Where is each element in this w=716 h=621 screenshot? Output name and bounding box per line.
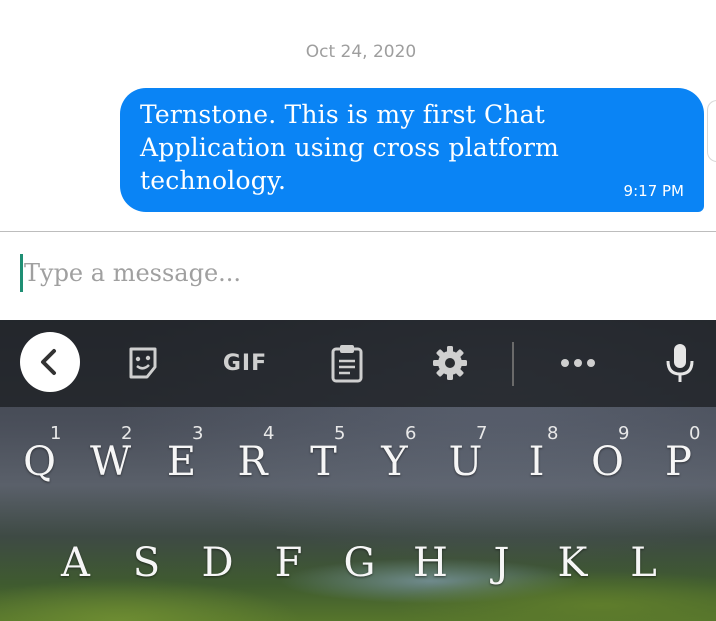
more-button[interactable] bbox=[558, 342, 598, 384]
key-h[interactable]: H bbox=[395, 538, 466, 588]
key-y[interactable]: 6 Y bbox=[359, 423, 430, 487]
key-q[interactable]: 1 Q bbox=[4, 423, 75, 487]
voice-input-button[interactable] bbox=[662, 342, 698, 384]
key-o[interactable]: 9 O bbox=[572, 423, 643, 487]
key-e[interactable]: 3 E bbox=[146, 423, 217, 487]
text-caret bbox=[20, 254, 23, 292]
key-d[interactable]: D bbox=[182, 538, 253, 588]
keyboard-back-button[interactable] bbox=[20, 332, 80, 392]
scroll-edge-hint bbox=[707, 100, 716, 162]
clipboard-icon bbox=[331, 345, 363, 383]
key-label: A bbox=[61, 540, 90, 586]
key-label: L bbox=[630, 540, 657, 586]
key-label: Q bbox=[23, 439, 56, 485]
chevron-left-icon bbox=[41, 349, 56, 375]
key-label: F bbox=[274, 540, 303, 586]
key-label: D bbox=[201, 540, 234, 586]
toolbar-separator bbox=[512, 342, 514, 386]
key-f[interactable]: F bbox=[253, 538, 324, 588]
chat-area: Oct 24, 2020 Ternstone. This is my first… bbox=[0, 0, 716, 232]
sticker-icon bbox=[129, 347, 157, 379]
key-hint: 7 bbox=[476, 423, 488, 444]
key-k[interactable]: K bbox=[537, 538, 608, 588]
message-date: Oct 24, 2020 bbox=[305, 42, 417, 62]
key-label: O bbox=[591, 439, 624, 485]
key-g[interactable]: G bbox=[324, 538, 395, 588]
gear-icon bbox=[433, 346, 467, 380]
key-hint: 3 bbox=[192, 423, 204, 444]
key-label: S bbox=[132, 540, 161, 586]
key-label: E bbox=[166, 439, 197, 485]
key-r[interactable]: 4 R bbox=[217, 423, 288, 487]
key-label: J bbox=[493, 540, 510, 586]
gif-button[interactable]: GIF bbox=[218, 342, 272, 384]
soft-keyboard: G I F 1 Q 2 W 3 E 4 R 5 T 6 Y 7 U 8 I 9 O … bbox=[0, 320, 716, 621]
key-hint: 4 bbox=[263, 423, 275, 444]
key-i[interactable]: 8 I bbox=[501, 423, 572, 487]
key-hint: 2 bbox=[121, 423, 133, 444]
key-hint: 0 bbox=[689, 423, 701, 444]
key-label: W bbox=[89, 439, 132, 485]
key-label: K bbox=[557, 540, 588, 586]
key-label: U bbox=[448, 439, 483, 485]
key-l[interactable]: L bbox=[608, 538, 679, 588]
sticker-button[interactable] bbox=[124, 342, 162, 384]
more-icon bbox=[561, 359, 595, 367]
key-label: T bbox=[310, 439, 337, 485]
settings-button[interactable] bbox=[430, 342, 470, 384]
key-a[interactable]: A bbox=[40, 538, 111, 588]
key-s[interactable]: S bbox=[111, 538, 182, 588]
key-label: P bbox=[665, 439, 692, 485]
message-input[interactable] bbox=[24, 250, 684, 296]
key-j[interactable]: J bbox=[466, 538, 537, 588]
key-label: I bbox=[528, 439, 545, 485]
key-p[interactable]: 0 P bbox=[643, 423, 714, 487]
gif-label: GIF bbox=[222, 350, 268, 376]
key-hint: 9 bbox=[618, 423, 630, 444]
key-label: Y bbox=[381, 439, 408, 485]
key-hint: 5 bbox=[334, 423, 346, 444]
key-hint: 8 bbox=[547, 423, 559, 444]
message-bubble[interactable]: Ternstone. This is my first Chat Applica… bbox=[120, 88, 704, 212]
key-w[interactable]: 2 W bbox=[75, 423, 146, 487]
key-label: R bbox=[237, 439, 268, 485]
key-u[interactable]: 7 U bbox=[430, 423, 501, 487]
key-label: G bbox=[343, 540, 376, 586]
key-hint: 1 bbox=[50, 423, 62, 444]
message-text: Ternstone. This is my first Chat Applica… bbox=[140, 100, 559, 195]
microphone-icon bbox=[666, 344, 694, 382]
key-label: H bbox=[413, 540, 448, 586]
key-hint: 6 bbox=[405, 423, 417, 444]
clipboard-button[interactable] bbox=[328, 342, 366, 384]
key-t[interactable]: 5 T bbox=[288, 423, 359, 487]
keyboard-toolbar: GIF bbox=[0, 320, 716, 407]
message-time: 9:17 PM bbox=[623, 182, 684, 200]
